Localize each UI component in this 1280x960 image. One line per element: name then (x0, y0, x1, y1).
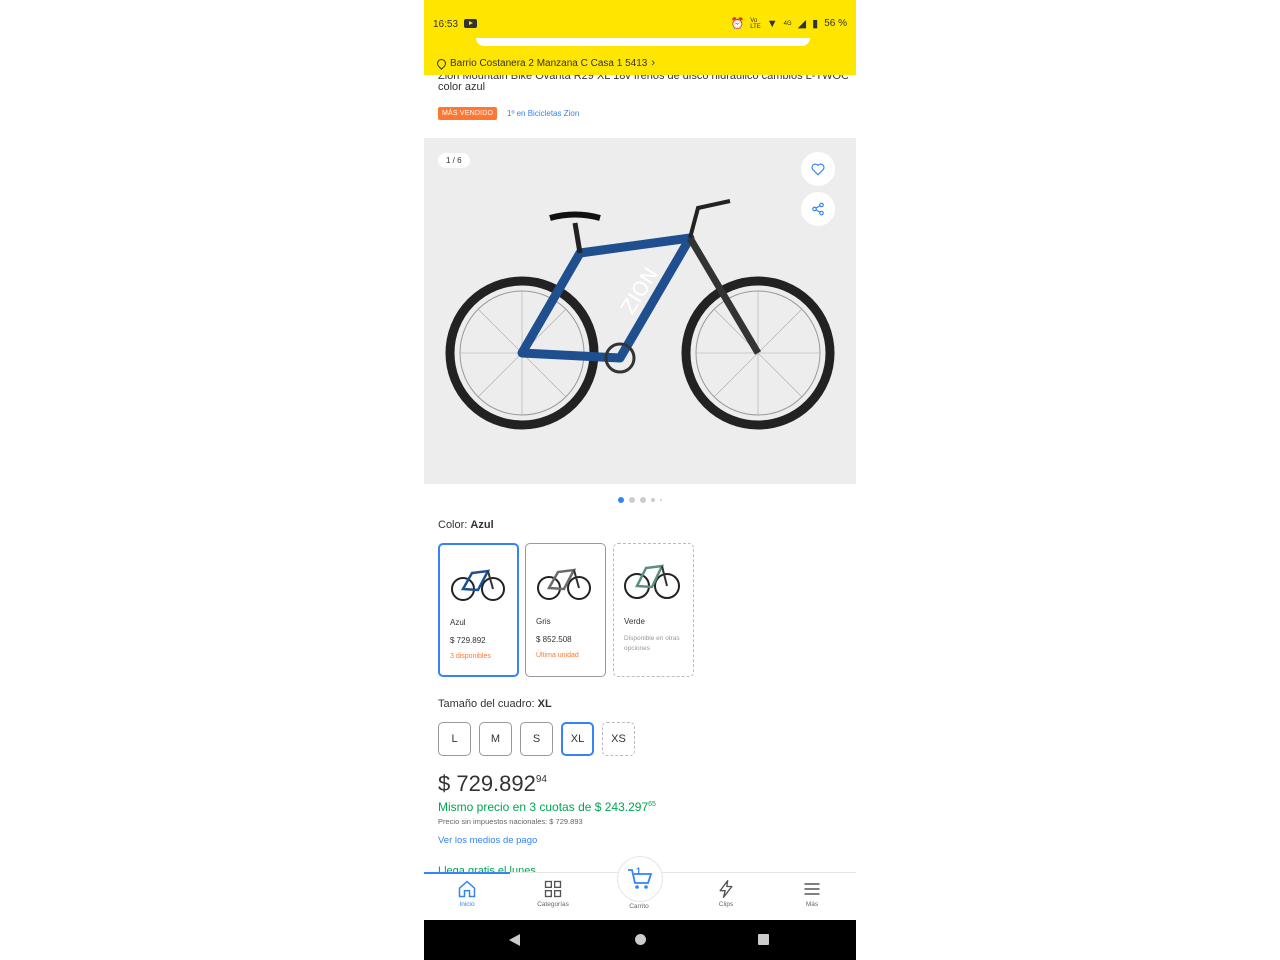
signal-icon: ◢ (797, 18, 807, 30)
size-option-xl[interactable]: XL (561, 722, 594, 756)
color-option-azul[interactable]: Azul $ 729.892 3 disponibles (438, 543, 519, 677)
image-counter: 1 / 6 (438, 153, 470, 168)
pagination-dot (660, 499, 662, 501)
price-cents: 94 (535, 774, 547, 785)
cart-count-badge: 1 (636, 866, 642, 876)
nav-item-mas[interactable]: Más (769, 879, 855, 908)
chevron-right-icon: › (651, 57, 656, 69)
favorite-button[interactable] (801, 152, 835, 186)
pagination-dot (651, 498, 655, 502)
home-circle-icon[interactable] (635, 934, 646, 945)
location-text: Barrio Costanera 2 Manzana C Casa 1 5413 (450, 57, 648, 69)
variant-name: Verde (624, 617, 645, 626)
wifi-icon: ▼ (766, 17, 778, 30)
location-pin-icon (435, 56, 448, 70)
cart-button[interactable] (617, 856, 663, 902)
image-gallery[interactable]: 1 / 6 ZION (424, 138, 856, 484)
bottom-navigation: Inicio Categorías 1 Carrito Clips Más (424, 856, 856, 921)
bike-thumbnail (624, 564, 680, 599)
bike-thumbnail (537, 568, 591, 600)
product-price: $ 729.89294 (438, 771, 547, 796)
installments-info: Mismo precio en 3 cuotas de $ 243.29765 (438, 800, 656, 814)
back-icon[interactable] (509, 934, 520, 946)
menu-icon (804, 883, 820, 895)
installments-cents: 65 (648, 801, 656, 808)
variant-price: $ 852.508 (536, 635, 572, 644)
volte-icon: Vo LTE (750, 17, 761, 30)
grid-icon (544, 880, 562, 898)
phone-screen: 16:53 ⏰ Vo LTE ▼ 4G ◢ ▮ 56 % Barrio Costa… (424, 0, 856, 960)
gallery-pagination (424, 497, 856, 503)
bike-image: ZION (445, 199, 835, 430)
youtube-notification-icon (464, 19, 477, 28)
status-icons: ⏰ Vo LTE ▼ 4G ◢ ▮ 56 % (730, 17, 848, 31)
best-seller-badge: MÁS VENDIDO (438, 107, 498, 120)
pagination-dot (640, 497, 646, 503)
alarm-icon: ⏰ (730, 18, 745, 30)
payment-methods-link[interactable]: Ver los medios de pago (438, 835, 537, 846)
cart-label: Carrito (629, 903, 649, 910)
size-option-s[interactable]: S (520, 722, 553, 756)
clips-icon (719, 880, 733, 898)
selected-color: Azul (470, 519, 494, 531)
heart-icon (811, 163, 825, 176)
size-option-m[interactable]: M (479, 722, 512, 756)
active-tab-indicator (424, 872, 510, 874)
price-without-taxes: Precio sin impuestos nacionales: $ 729.8… (438, 817, 583, 826)
app-header: 16:53 ⏰ Vo LTE ▼ 4G ◢ ▮ 56 % Barrio Costa… (424, 0, 856, 75)
variant-stock: 3 disponibles (450, 653, 491, 660)
color-option-verde[interactable]: Verde Disponible en otras opciones (613, 543, 694, 677)
nav-item-categorias[interactable]: Categorías (510, 879, 596, 908)
variant-availability-note: Disponible en otras opciones (624, 635, 680, 652)
size-option-l[interactable]: L (438, 722, 471, 756)
pagination-dot (629, 497, 635, 503)
pagination-dot (618, 497, 624, 503)
product-title-line2: color azul (438, 81, 486, 93)
variant-stock: Última unidad (536, 652, 579, 659)
size-label: Tamaño del cuadro: XL (438, 698, 552, 710)
battery-icon: ▮ (812, 18, 819, 30)
shipping-info: Llega gratis el lunes (438, 865, 536, 872)
variant-name: Gris (536, 617, 551, 626)
category-rank-link[interactable]: 1º en Bicicletas Zion (507, 109, 579, 118)
variant-price: $ 729.892 (450, 636, 486, 645)
color-option-gris[interactable]: Gris $ 852.508 Última unidad (525, 543, 606, 677)
home-icon (458, 880, 476, 898)
battery-level: 56 % (824, 18, 847, 29)
variant-name: Azul (450, 618, 466, 627)
recent-apps-icon[interactable] (758, 934, 769, 945)
location-bar[interactable]: Barrio Costanera 2 Manzana C Casa 1 5413… (435, 56, 656, 70)
bike-thumbnail (451, 569, 505, 601)
nav-item-clips[interactable]: Clips (683, 879, 769, 908)
nav-item-inicio[interactable]: Inicio (424, 879, 510, 908)
size-option-xs[interactable]: XS (602, 722, 635, 756)
selected-size: XL (537, 698, 552, 710)
network-type: 4G (783, 20, 792, 27)
color-label: Color: Azul (438, 519, 494, 531)
search-bar[interactable] (476, 38, 810, 46)
system-navigation-bar (424, 920, 856, 960)
status-time: 16:53 (433, 19, 459, 30)
